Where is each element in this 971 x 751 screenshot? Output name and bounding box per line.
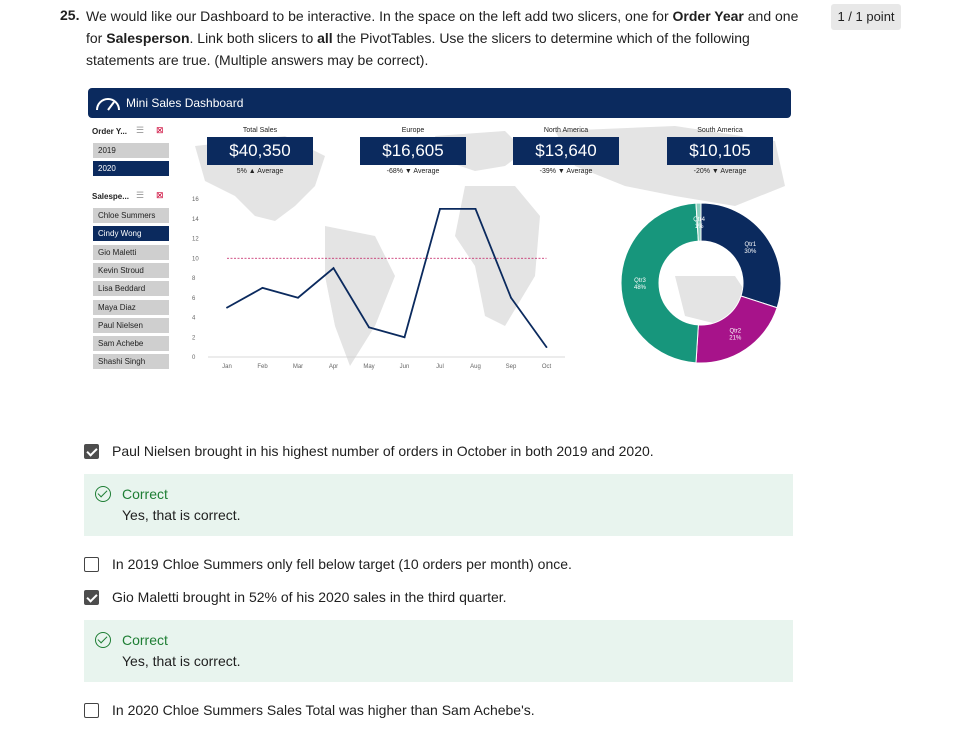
question-text: We would like our Dashboard to be intera… [86, 5, 806, 71]
kpi-label: Europe [401, 127, 425, 134]
donut-slice-percent: 21% [729, 335, 742, 341]
x-tick-label: Apr [329, 364, 338, 370]
x-tick-label: May [363, 364, 374, 370]
donut-slice [620, 202, 699, 364]
orders-data-point [439, 207, 441, 210]
slicer-item[interactable]: Paul Nielsen [93, 317, 169, 333]
question-text-part: We would like our Dashboard to be intera… [86, 8, 673, 24]
feedback-text-1: Yes, that is correct. [122, 507, 241, 523]
feedback-text-2: Yes, that is correct. [122, 653, 241, 669]
y-tick-label: 12 [192, 237, 199, 243]
kpi-average-change: -20% ▼ Average [693, 168, 747, 175]
kpi-value: $40,350 [207, 137, 313, 165]
question-text-bold: all [317, 30, 333, 46]
donut-slice-label: Qtr3 [634, 278, 646, 284]
donut-slice-percent: 1% [695, 224, 704, 230]
donut-slice-percent: 30% [744, 249, 757, 255]
kpi-value: $10,105 [667, 137, 773, 165]
slicer-salesperson-title: Salespe... [92, 192, 129, 201]
donut-slice-percent: 48% [634, 285, 647, 291]
donut-slice-label: Qtr4 [693, 217, 705, 223]
donut-slice [700, 202, 782, 309]
question-text-bold: Salesperson [106, 30, 190, 46]
dashboard-image: Mini Sales Dashboard Order Y... ☰ ⊠ 2019… [88, 86, 792, 386]
kpi-value: $16,605 [360, 137, 466, 165]
y-tick-label: 2 [192, 335, 196, 341]
feedback-box-2: Correct Yes, that is correct. [84, 620, 793, 682]
dashboard-title: Mini Sales Dashboard [126, 96, 244, 110]
orders-data-point [403, 336, 406, 339]
x-tick-label: Jan [222, 364, 232, 370]
orders-data-point [226, 306, 228, 309]
check-circle-icon [95, 632, 111, 648]
orders-data-point [545, 346, 548, 349]
points-badge: 1 / 1 point [831, 4, 901, 30]
y-tick-label: 14 [192, 217, 199, 223]
orders-data-point [261, 286, 264, 289]
orders-data-point [474, 207, 477, 210]
x-tick-label: Feb [257, 364, 268, 370]
answer-checkbox-2[interactable] [84, 557, 99, 572]
x-tick-label: Oct [542, 364, 552, 370]
slicer-order-year-title: Order Y... [92, 127, 127, 136]
feedback-title-2: Correct [122, 632, 168, 648]
kpi-average-change: -68% ▼ Average [386, 168, 440, 175]
slicer-multiselect-icon[interactable]: ☰ [136, 190, 144, 201]
check-circle-icon [95, 486, 111, 502]
kpi-value: $13,640 [513, 137, 619, 165]
answer-text-2: In 2019 Chloe Summers only fell below ta… [112, 556, 572, 572]
orders-data-point [297, 296, 299, 299]
donut-slice-label: Qtr2 [729, 328, 741, 334]
x-tick-label: Jul [436, 364, 444, 370]
feedback-box-1: Correct Yes, that is correct. [84, 474, 793, 536]
slicer-multiselect-icon[interactable]: ☰ [136, 125, 144, 136]
dashboard-header: Mini Sales Dashboard [88, 88, 791, 118]
answer-checkbox-4[interactable] [84, 703, 99, 718]
slicer-item[interactable]: Maya Diaz [93, 299, 169, 315]
x-tick-label: Aug [470, 364, 481, 370]
question-text-bold: Order Year [672, 8, 744, 24]
gauge-icon [96, 98, 120, 111]
donut-slice-label: Qtr1 [745, 242, 757, 248]
kpi-label: South America [697, 127, 743, 134]
orders-data-point [368, 326, 370, 329]
answer-checkbox-3[interactable] [84, 590, 99, 605]
answer-text-4: In 2020 Chloe Summers Sales Total was hi… [112, 702, 535, 718]
kpi-average-change: 5% ▲ Average [236, 168, 284, 175]
slicer-item[interactable]: Chloe Summers [93, 208, 169, 223]
feedback-title-1: Correct [122, 486, 168, 502]
orders-series-line [226, 207, 548, 348]
orders-data-point [510, 296, 512, 299]
slicer-item[interactable]: Gio Maletti [93, 244, 169, 260]
orders-data-point [332, 267, 335, 270]
kpi-average-change: -39% ▼ Average [539, 168, 593, 175]
answer-text-1: Paul Nielsen brought in his highest numb… [112, 443, 654, 459]
question-text-part: . Link both slicers to [189, 30, 318, 46]
x-tick-label: Mar [293, 364, 303, 370]
answer-checkbox-1[interactable] [84, 444, 99, 459]
slicer-item[interactable]: Kevin Stroud [93, 262, 169, 278]
answer-text-3: Gio Maletti brought in 52% of his 2020 s… [112, 589, 507, 605]
kpi-label: Total Sales [242, 127, 278, 134]
slicer-item[interactable]: 2020 [93, 161, 169, 177]
y-tick-label: 16 [192, 197, 199, 203]
x-tick-label: Jun [400, 364, 410, 370]
x-tick-label: Sep [506, 364, 517, 370]
y-tick-label: 0 [192, 355, 196, 361]
y-tick-label: 4 [192, 316, 196, 322]
quarter-donut-chart: Qtr130% Qtr221% Qtr348% Qtr41% [620, 202, 782, 364]
slicer-item[interactable]: Shashi Singh [93, 354, 169, 370]
slicer-item[interactable]: Cindy Wong [93, 226, 169, 242]
slicer-clear-filter-icon[interactable]: ⊠ [156, 190, 164, 201]
y-tick-label: 6 [192, 296, 196, 302]
y-tick-label: 10 [192, 256, 199, 262]
monthly-orders-line-chart: 0 2 4 6 8 10 12 14 16 Jan Feb Mar Apr May Jun Jul Aug Sep… [192, 197, 565, 370]
y-tick-label: 8 [192, 276, 196, 282]
slicer-item[interactable]: 2019 [93, 143, 169, 158]
question-number: 25. [60, 7, 80, 23]
kpi-label: North America [543, 127, 589, 134]
slicer-item[interactable]: Sam Achebe [93, 336, 169, 352]
slicer-clear-filter-icon[interactable]: ⊠ [156, 125, 164, 136]
slicer-item[interactable]: Lisa Beddard [93, 281, 169, 297]
